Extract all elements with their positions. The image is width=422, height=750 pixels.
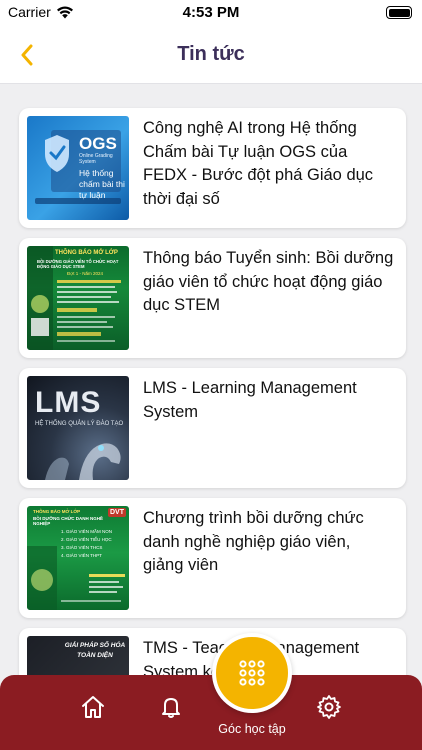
thumb-caption: BỒI DƯỠNG CHỨC DANH NGHỀ NGHIỆP: [33, 516, 104, 526]
thumb-caption: TOÀN DIỆN: [77, 652, 113, 659]
thumb-caption-group: 1. GIÁO VIÊN MẦM NON 2. GIÁO VIÊN TIỂU H…: [61, 528, 112, 560]
bell-icon: [162, 698, 180, 718]
news-title: LMS - Learning Management System: [143, 379, 357, 421]
grid-dots-icon: [239, 660, 265, 686]
thumb-caption: THÔNG BÁO MỞ LỚP: [33, 509, 81, 514]
thumb-caption: 4. GIÁO VIÊN THPT: [61, 553, 102, 558]
news-item[interactable]: OGS Online Grading System Hệ thống chấm …: [19, 108, 406, 228]
thumb-caption: 1. GIÁO VIÊN MẦM NON: [61, 529, 113, 534]
tab-notifications[interactable]: [154, 690, 188, 724]
thumb-caption: THÔNG BÁO MỞ LỚP: [55, 250, 118, 256]
news-item[interactable]: LMS HỆ THỐNG QUẢN LÝ ĐÀO TẠO LMS - Learn…: [19, 368, 406, 488]
page-title: Tin tức: [177, 43, 245, 65]
thumb-caption: chấm bài thi: [79, 179, 125, 189]
thumb-caption: Hệ thống: [79, 168, 114, 178]
thumb-caption: Đợt 1 - Năm 2024: [67, 271, 103, 276]
thumb-caption: LMS: [35, 386, 102, 419]
gear-icon: [317, 695, 341, 719]
thumb-caption: 3. GIÁO VIÊN THCS: [61, 545, 103, 550]
news-thumbnail: LMS HỆ THỐNG QUẢN LÝ ĐÀO TẠO: [27, 376, 129, 480]
learning-corner-label[interactable]: Góc học tập: [202, 722, 302, 736]
thumb-caption: GIẢI PHÁP SỐ HÓA: [64, 642, 126, 649]
learning-corner-button[interactable]: [212, 633, 292, 713]
thumb-caption-group: Hệ thống chấm bài thi tự luận: [79, 168, 127, 201]
battery-icon: [386, 6, 412, 19]
navigation-bar: Tin tức: [0, 26, 422, 84]
bottom-tab-bar: [0, 675, 422, 750]
news-title: Thông báo Tuyển sinh: Bồi dưỡng giáo viê…: [143, 249, 394, 314]
news-thumbnail: THÔNG BÁO MỞ LỚP BỒI DƯỠNG CHỨC DANH NGH…: [27, 506, 129, 610]
news-item[interactable]: THÔNG BÁO MỞ LỚP BỒI DƯỠNG GIÁO VIÊN TỔ …: [19, 238, 406, 358]
news-title: Chương trình bồi dưỡng chức danh nghề ng…: [143, 509, 364, 574]
status-time: 4:53 PM: [182, 4, 240, 21]
news-thumbnail: THÔNG BÁO MỞ LỚP BỒI DƯỠNG GIÁO VIÊN TỔ …: [27, 246, 129, 350]
tab-home[interactable]: [76, 690, 110, 724]
thumb-caption: tự luận: [79, 190, 106, 200]
thumb-caption: Online Grading System: [79, 153, 113, 165]
news-item[interactable]: THÔNG BÁO MỞ LỚP BỒI DƯỠNG CHỨC DANH NGH…: [19, 498, 406, 618]
thumb-caption: OGS: [79, 134, 117, 153]
tab-settings[interactable]: [312, 690, 346, 724]
thumb-caption: HỆ THỐNG QUẢN LÝ ĐÀO TẠO: [35, 421, 124, 427]
status-bar: Carrier 4:53 PM: [0, 0, 422, 26]
home-icon: [82, 696, 104, 718]
thumb-caption: 2. GIÁO VIÊN TIỂU HỌC: [61, 537, 112, 542]
thumb-badge: DVT: [108, 508, 126, 517]
news-title: Công nghệ AI trong Hệ thống Chấm bài Tự …: [143, 119, 374, 208]
thumb-caption: BỒI DƯỠNG GIÁO VIÊN TỔ CHỨC HOẠT ĐỘNG GI…: [37, 259, 119, 269]
news-thumbnail: OGS Online Grading System Hệ thống chấm …: [27, 116, 129, 220]
